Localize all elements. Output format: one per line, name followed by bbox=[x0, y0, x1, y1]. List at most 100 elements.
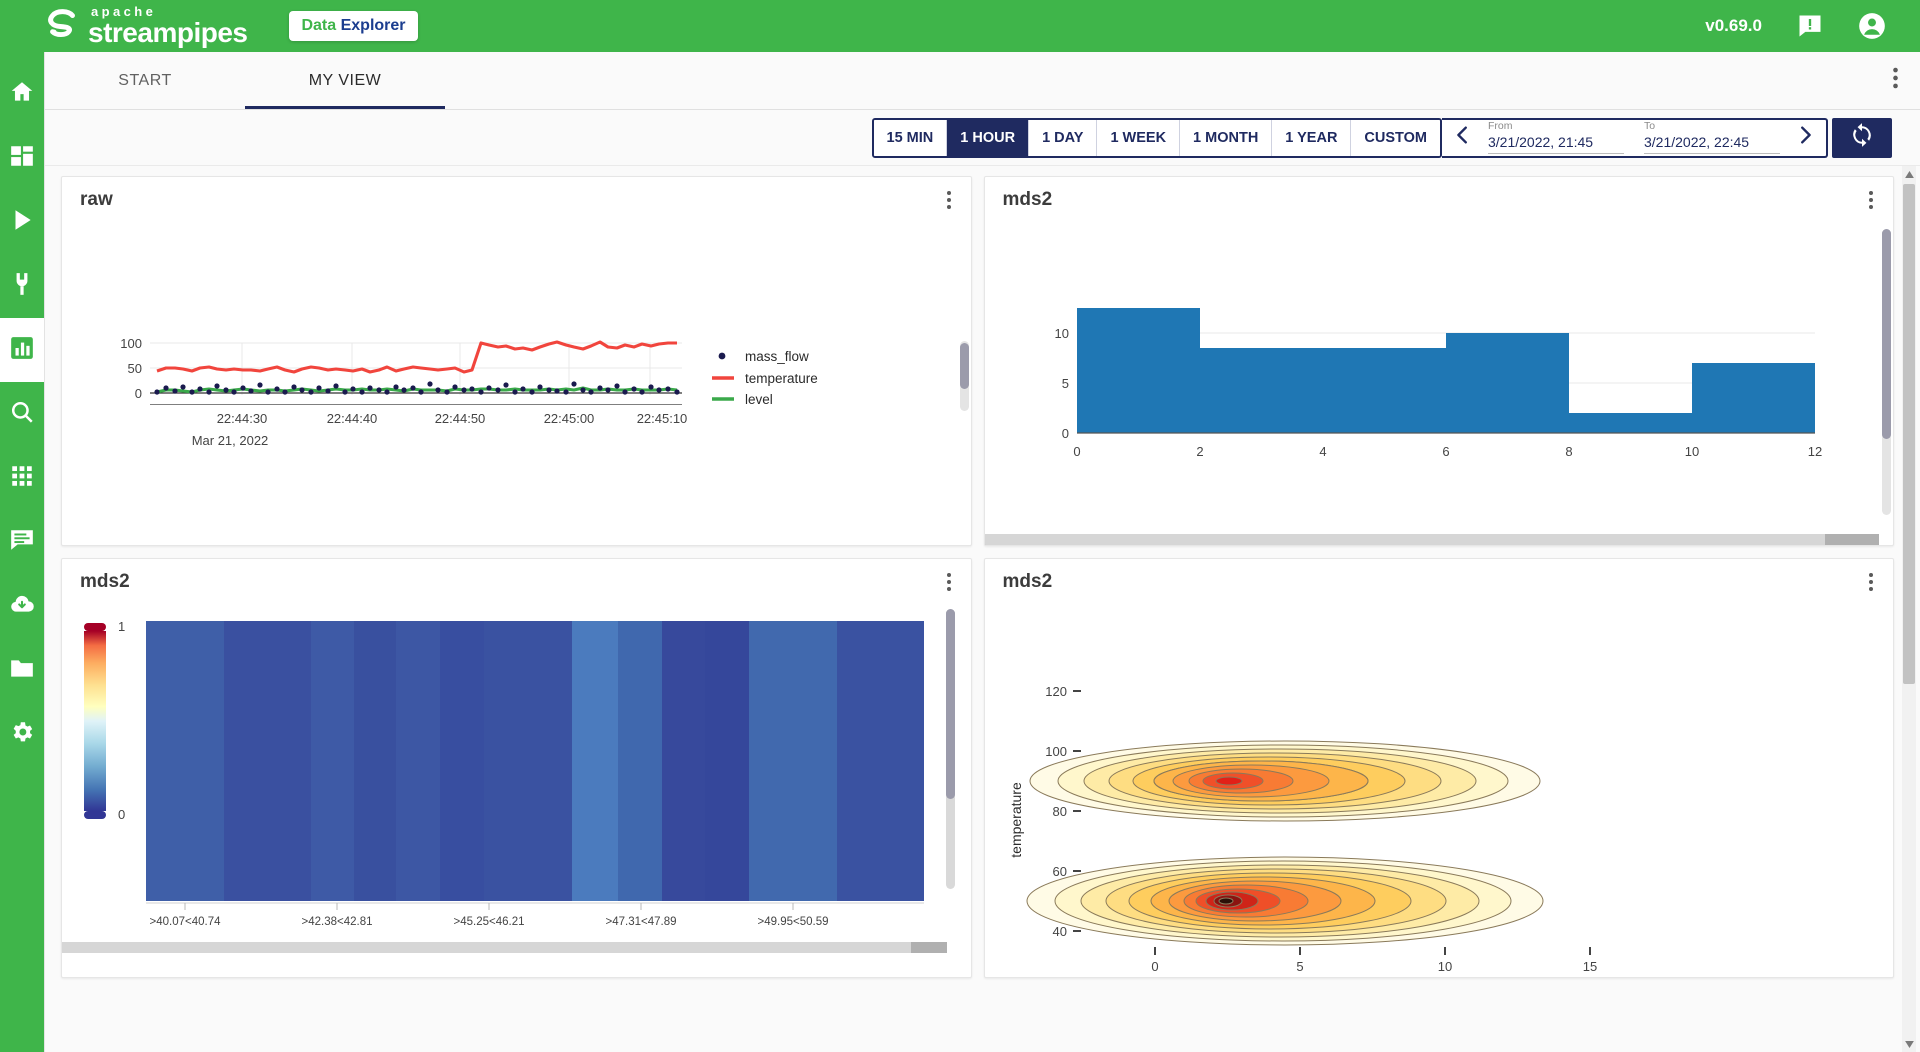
hist-y-tick-10: 10 bbox=[1054, 326, 1068, 341]
tab-my-view-label: MY VIEW bbox=[309, 72, 382, 90]
tab-my-view[interactable]: MY VIEW bbox=[245, 52, 445, 109]
to-date-field[interactable]: To 3/21/2022, 22:45 bbox=[1644, 121, 1780, 155]
streampipes-logo-icon bbox=[44, 7, 82, 45]
panel-raw-menu[interactable] bbox=[941, 185, 957, 215]
sidebar-item-dashboard[interactable] bbox=[0, 126, 44, 190]
sidebar-item-files[interactable] bbox=[0, 638, 44, 702]
range-label: 15 MIN bbox=[887, 130, 934, 146]
panel-raw-legend-scrollbar[interactable] bbox=[960, 341, 969, 411]
panel-mds2-heatmap-header: mds2 bbox=[62, 559, 971, 605]
tab-start-label: START bbox=[118, 72, 171, 90]
previous-range-button[interactable] bbox=[1448, 124, 1478, 151]
mds2-contour-chart: temperature 120 100 80 60 40 bbox=[985, 605, 1885, 975]
y-tick-100: 100 bbox=[120, 336, 142, 351]
cloud-download-icon bbox=[9, 591, 35, 622]
app-title-part1: Data bbox=[301, 17, 336, 34]
chat-alert-icon[interactable] bbox=[1796, 12, 1824, 40]
range-label: 1 YEAR bbox=[1285, 130, 1337, 146]
panel-mds2-heatmap-vscroll[interactable] bbox=[946, 609, 955, 889]
scroll-down-arrow[interactable] bbox=[1902, 1036, 1916, 1052]
panel-mds2-histogram-title: mds2 bbox=[1003, 189, 1053, 211]
top-app-bar: apache streampipes Data Explorer v0.69.0 bbox=[0, 0, 1920, 52]
panel-mds2-contour-header: mds2 bbox=[985, 559, 1894, 605]
panel-mds2-histogram-hscroll[interactable] bbox=[985, 534, 1880, 545]
panel-mds2-heatmap-hscroll[interactable] bbox=[62, 942, 947, 953]
range-button-1-hour[interactable]: 1 HOUR bbox=[947, 120, 1029, 156]
tabbar-overflow-menu[interactable] bbox=[1893, 52, 1920, 109]
sidebar-item-connect[interactable] bbox=[0, 254, 44, 318]
sidebar-item-apps[interactable] bbox=[0, 446, 44, 510]
next-range-button[interactable] bbox=[1790, 124, 1820, 151]
version-label: v0.69.0 bbox=[1705, 16, 1762, 36]
colorbar-cap-top bbox=[84, 623, 106, 631]
tab-start[interactable]: START bbox=[45, 52, 245, 109]
account-circle-icon[interactable] bbox=[1858, 12, 1886, 40]
dashboard-grid: raw bbox=[61, 176, 1894, 978]
scroll-up-arrow[interactable] bbox=[1902, 166, 1916, 182]
panel-raw-body: 100 50 0 bbox=[62, 223, 971, 545]
bar-3 bbox=[1569, 413, 1692, 433]
range-button-1-year[interactable]: 1 YEAR bbox=[1272, 120, 1351, 156]
brand-logo[interactable]: apache streampipes bbox=[44, 5, 247, 47]
home-icon bbox=[9, 79, 35, 110]
range-button-15-min[interactable]: 15 MIN bbox=[874, 120, 948, 156]
x-tick-2-dup: 22:44:50 bbox=[435, 411, 486, 426]
svg-text:15: 15 bbox=[1582, 959, 1596, 974]
panel-mds2-contour: mds2 temperature 120 100 80 bbox=[984, 558, 1895, 978]
sidebar-item-notifications[interactable] bbox=[0, 510, 44, 574]
folder-icon bbox=[9, 655, 35, 686]
refresh-icon bbox=[1848, 121, 1876, 154]
page-scroll-thumb[interactable] bbox=[1903, 184, 1915, 684]
colorbar-min-label: 0 bbox=[118, 807, 125, 822]
view-tabbar: START MY VIEW bbox=[45, 52, 1920, 110]
sidebar-item-configuration[interactable] bbox=[0, 702, 44, 766]
sidebar-item-home[interactable] bbox=[0, 62, 44, 126]
panel-mds2-heatmap: mds2 bbox=[61, 558, 972, 978]
svg-text:80: 80 bbox=[1052, 804, 1066, 819]
mds2-heatmap-chart: 1 0 bbox=[62, 605, 972, 975]
panel-mds2-heatmap-menu[interactable] bbox=[941, 567, 957, 597]
histogram-bars bbox=[1077, 308, 1815, 433]
legend-bottom-mask bbox=[62, 405, 972, 543]
from-value[interactable]: 3/21/2022, 21:45 bbox=[1488, 134, 1624, 154]
svg-text:5: 5 bbox=[1296, 959, 1303, 974]
time-range-button-group: 15 MIN 1 HOUR 1 DAY 1 WEEK 1 MONTH 1 YEA… bbox=[872, 118, 1442, 158]
hist-x-tick-0: 0 bbox=[1073, 444, 1080, 459]
page-scrollbar[interactable] bbox=[1902, 166, 1916, 1052]
bar-4 bbox=[1692, 363, 1815, 433]
panel-mds2-contour-body: temperature 120 100 80 60 40 bbox=[985, 605, 1894, 977]
svg-text:10: 10 bbox=[1437, 959, 1451, 974]
refresh-button[interactable] bbox=[1832, 118, 1892, 158]
message-icon bbox=[9, 527, 35, 558]
mds2-histogram-chart: 10 5 0 0 2 4 6 8 10 12 bbox=[985, 223, 1885, 543]
range-button-1-day[interactable]: 1 DAY bbox=[1029, 120, 1097, 156]
range-button-1-month[interactable]: 1 MONTH bbox=[1180, 120, 1272, 156]
heatmap-x-tick-2: >45.25<46.21 bbox=[454, 916, 525, 928]
contour-blob-upper bbox=[1030, 741, 1540, 821]
dashboard-grid-scroll[interactable]: raw bbox=[45, 166, 1920, 1052]
sidebar-item-pipelines[interactable] bbox=[0, 190, 44, 254]
panel-mds2-contour-menu[interactable] bbox=[1863, 567, 1879, 597]
date-range-picker: From 3/21/2022, 21:45 To 3/21/2022, 22:4… bbox=[1442, 118, 1828, 158]
sidebar-item-data-explorer[interactable] bbox=[0, 318, 44, 382]
range-label: CUSTOM bbox=[1364, 130, 1427, 146]
panel-mds2-histogram-vscroll[interactable] bbox=[1882, 229, 1891, 515]
y-tick-0: 0 bbox=[135, 386, 142, 401]
panel-mds2-histogram-body: 10 5 0 0 2 4 6 8 10 12 bbox=[985, 223, 1894, 545]
sidebar-item-install[interactable] bbox=[0, 574, 44, 638]
to-value[interactable]: 3/21/2022, 22:45 bbox=[1644, 134, 1780, 154]
colorbar-cap-bottom bbox=[84, 811, 106, 819]
range-button-1-week[interactable]: 1 WEEK bbox=[1097, 120, 1180, 156]
panel-mds2-histogram-menu[interactable] bbox=[1863, 185, 1879, 215]
panel-raw-title: raw bbox=[80, 189, 113, 211]
hist-x-tick-8: 8 bbox=[1565, 444, 1572, 459]
panel-mds2-contour-title: mds2 bbox=[1003, 571, 1053, 593]
panel-mds2-histogram-header: mds2 bbox=[985, 177, 1894, 223]
svg-text:60: 60 bbox=[1052, 864, 1066, 879]
kebab-menu-icon bbox=[1893, 67, 1898, 94]
range-button-custom[interactable]: CUSTOM bbox=[1351, 120, 1440, 156]
from-date-field[interactable]: From 3/21/2022, 21:45 bbox=[1488, 121, 1624, 155]
sidebar-item-search[interactable] bbox=[0, 382, 44, 446]
contour-blob-lower bbox=[1027, 857, 1543, 945]
left-nav-sidebar bbox=[0, 52, 44, 1052]
